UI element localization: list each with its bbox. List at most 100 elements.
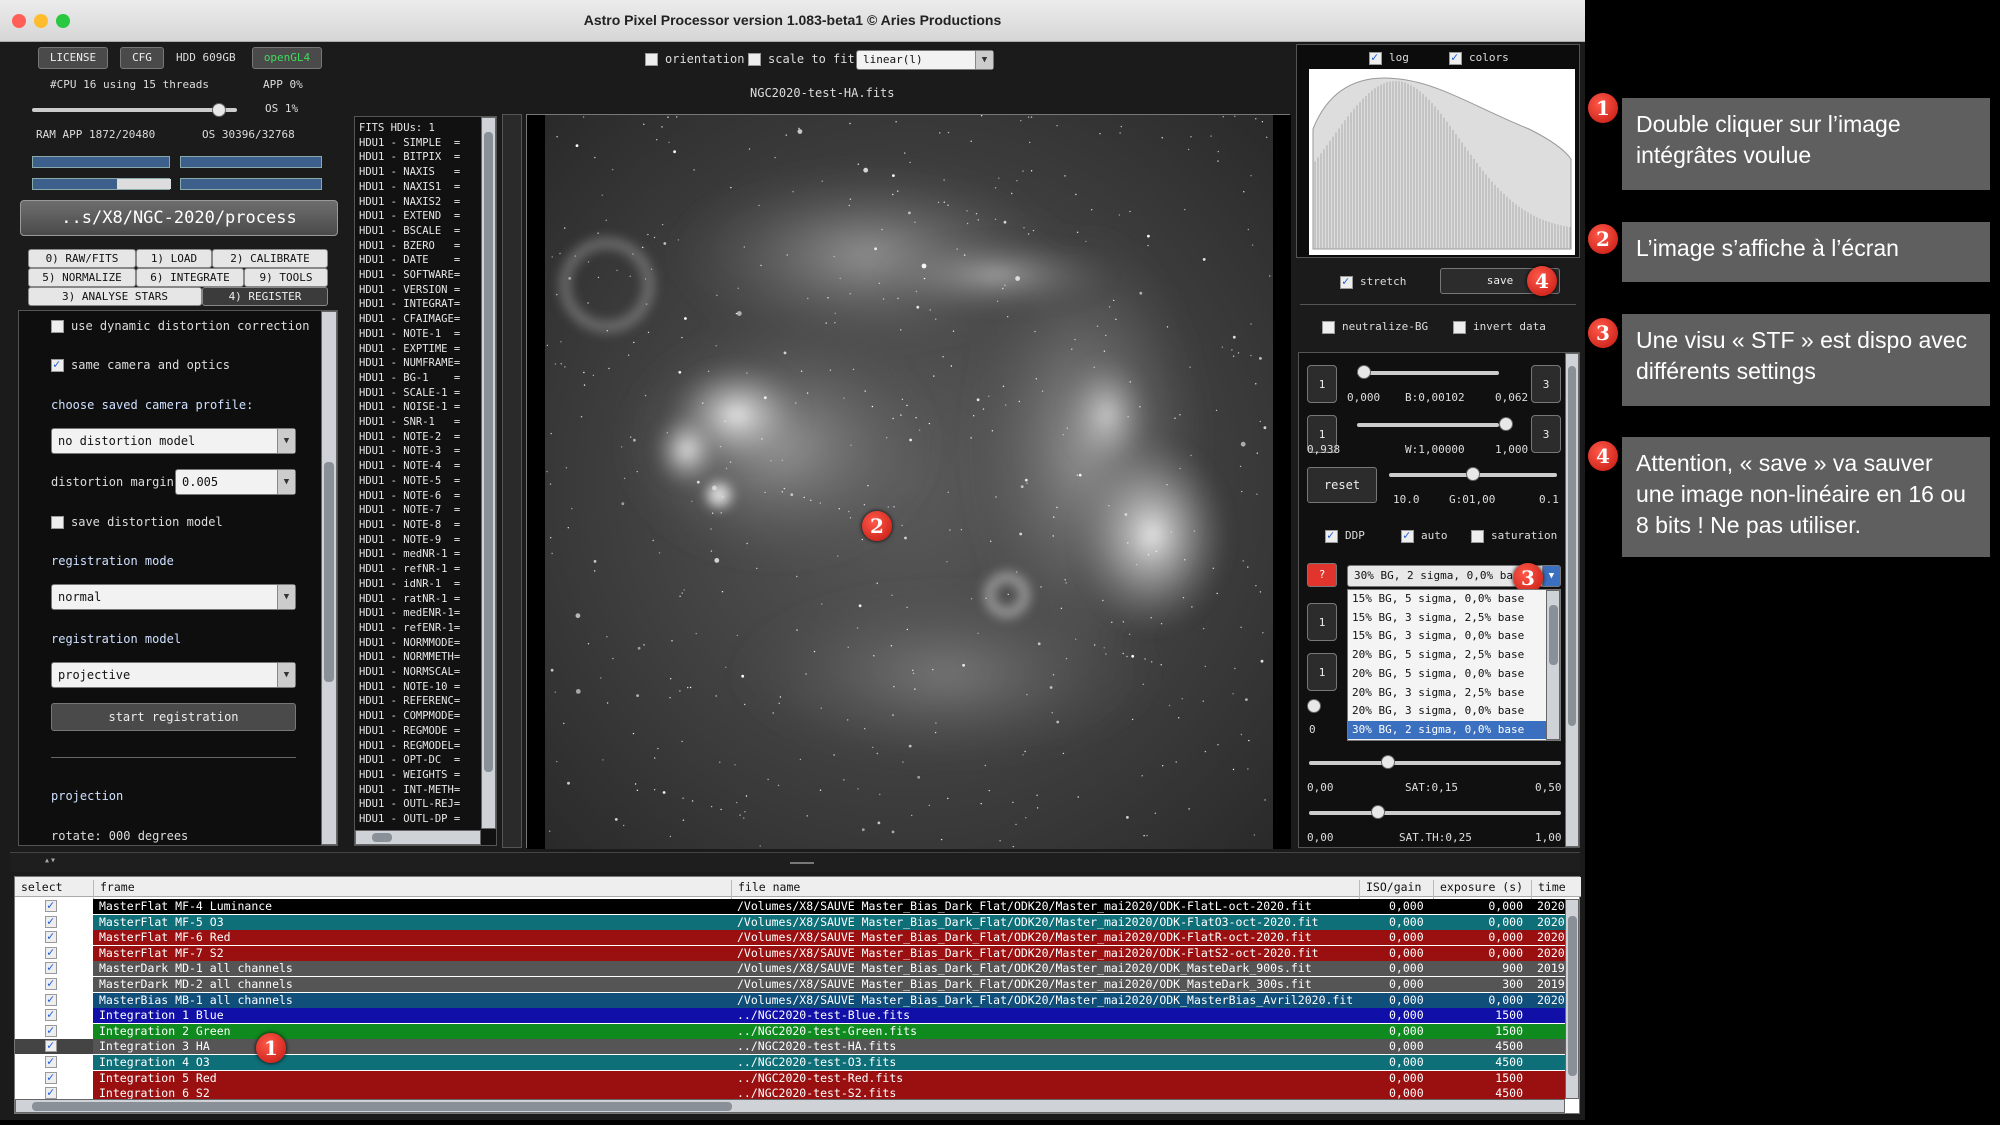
tab-integrate[interactable]: 6) INTEGRATE [136,268,244,287]
stf-preset-option[interactable]: 30% BG, 2 sigma, 0,0% base [1348,720,1548,739]
fits-horizontal-scrollbar[interactable] [355,830,481,845]
hidden-slider-knob[interactable] [1307,699,1321,713]
table-row[interactable]: Integration 2 Green ../NGC2020-test-Green… [15,1023,1565,1039]
collapse-arrows-icon[interactable]: ▴▾ [44,855,56,866]
row-select-cell[interactable] [15,961,93,977]
row-data[interactable]: Integration 1 Blue ../NGC2020-test-Blue.f… [93,1008,1565,1024]
stf-preset-option[interactable]: 20% BG, 3 sigma, 0,0% base [1348,702,1548,720]
stf-preset-option[interactable]: 15% BG, 5 sigma, 0,0% base [1348,590,1548,608]
row-select-cell[interactable] [15,899,93,914]
splitter-grip-icon[interactable] [790,862,814,864]
row-data[interactable]: MasterFlat MF-7 S2/Volumes/X8/SAUVE Mast… [93,945,1565,961]
colors-checkbox[interactable]: colors [1449,50,1509,65]
stf-preset-scrollbar[interactable] [1546,590,1560,740]
col-exposure[interactable]: exposure (s) [1433,880,1523,900]
tab-calibrate[interactable]: 2) CALIBRATE [212,249,328,268]
row-data[interactable]: MasterFlat MF-4 Luminance/Volumes/X8/SAU… [93,899,1565,914]
row-select-cell[interactable] [15,1055,93,1070]
row-select-cell[interactable] [15,930,93,946]
row-data[interactable]: MasterDark MD-1 all channels/Volumes/X8/… [93,961,1565,977]
row-data[interactable]: MasterDark MD-2 all channels/Volumes/X8/… [93,977,1565,992]
stf-preset-option[interactable]: 20% BG, 3 sigma, 2,5% base [1348,684,1548,702]
file-list-vscroll[interactable] [1565,899,1579,1099]
distortion-margin-select[interactable]: 0.005 ▼ [175,469,296,495]
file-list-hscroll[interactable] [15,1099,1565,1113]
table-row[interactable]: MasterDark MD-1 all channels/Volumes/X8/… [15,961,1565,977]
ddp-checkbox[interactable]: DDP [1325,528,1365,543]
log-checkbox[interactable]: log [1369,50,1409,65]
sat-slider-knob[interactable] [1381,755,1395,769]
stf-preset-dropdown-list[interactable]: 15% BG, 5 sigma, 0,0% base 15% BG, 3 sigm… [1347,589,1561,741]
row-data[interactable]: MasterBias MB-1 all channels/Volumes/X8/… [93,992,1565,1008]
stf-preset-option[interactable]: 15% BG, 3 sigma, 0,0% base [1348,627,1548,645]
w-increase-button[interactable]: 3 [1531,415,1561,453]
row-select-cell[interactable] [15,1023,93,1039]
row-select-checkbox[interactable] [45,1040,57,1053]
orientation-checkbox[interactable]: orientation [645,52,744,66]
row-data[interactable]: MasterFlat MF-5 O3/Volumes/X8/SAUVE Mast… [93,914,1565,930]
row-select-checkbox[interactable] [45,962,57,975]
row-data[interactable]: Integration 3 HA ../NGC2020-test-HA.fits 0… [93,1039,1565,1055]
g-slider-knob[interactable] [1466,467,1480,481]
scale-to-fit-checkbox[interactable]: scale to fit [748,52,855,66]
same-camera-checkbox[interactable]: same camera and optics [51,357,230,372]
w-slider-track[interactable] [1357,423,1499,427]
row-select-checkbox[interactable] [45,993,57,1006]
table-row[interactable]: Integration 3 HA ../NGC2020-test-HA.fits 0… [15,1039,1565,1055]
row-select-cell[interactable] [15,1039,93,1055]
row-select-cell[interactable] [15,977,93,992]
nebula-image[interactable] [527,115,1291,849]
row-select-cell[interactable] [15,992,93,1008]
col-file-name[interactable]: file name [731,880,800,900]
bottom-splitter[interactable]: ▴▾ [10,852,1580,872]
saturation-checkbox[interactable]: saturation [1471,529,1557,543]
satth-slider-track[interactable] [1309,811,1561,815]
table-row[interactable]: MasterDark MD-2 all channels/Volumes/X8/… [15,977,1565,992]
registration-mode-select[interactable]: normal ▼ [51,584,296,610]
register-scrollbar[interactable] [321,311,337,845]
panel-splitter[interactable] [502,114,522,848]
reset-button[interactable]: reset [1307,467,1377,503]
tab-raw-fits[interactable]: 0) RAW/FITS [28,249,136,268]
stretch-mode-select[interactable]: linear(l) ▼ [856,50,994,70]
col-iso-gain[interactable]: ISO/gain [1359,880,1421,900]
threads-slider-knob[interactable] [212,103,226,117]
w-slider-knob[interactable] [1499,417,1513,431]
b-slider-knob[interactable] [1357,365,1371,379]
threads-slider-track[interactable] [32,108,237,112]
stretch-checkbox[interactable]: stretch [1340,274,1406,289]
col-frame[interactable]: frame [93,880,135,900]
stf-scrollbar[interactable] [1565,353,1579,847]
row-select-checkbox[interactable] [45,946,57,959]
stf-preset-option[interactable]: 15% BG, 3 sigma, 2,5% base [1348,609,1548,627]
row-select-checkbox[interactable] [45,1087,57,1100]
dynamic-distortion-checkbox[interactable]: use dynamic distortion correction [51,319,309,333]
table-row[interactable]: MasterBias MB-1 all channels/Volumes/X8/… [15,992,1565,1008]
row-select-checkbox[interactable] [45,978,57,990]
row-select-checkbox[interactable] [45,1071,57,1084]
table-row[interactable]: Integration 4 O3 ../NGC2020-test-O3.fits 0… [15,1055,1565,1070]
col-time[interactable]: time [1531,880,1566,900]
cfg-button[interactable]: CFG [120,47,164,69]
b-decrease-button[interactable]: 1 [1307,365,1337,403]
camera-profile-select[interactable]: no distortion model ▼ [51,428,296,454]
row-select-checkbox[interactable] [45,1009,57,1022]
b-slider-track[interactable] [1357,371,1499,375]
satth-slider-knob[interactable] [1371,805,1385,819]
col-select[interactable]: select [21,880,63,894]
table-row[interactable]: MasterFlat MF-7 S2/Volumes/X8/SAUVE Mast… [15,945,1565,961]
s1-decrease-button[interactable]: 1 [1307,603,1337,641]
s2-decrease-button[interactable]: 1 [1307,653,1337,691]
invert-data-checkbox[interactable]: invert data [1453,320,1546,334]
stf-preset-option[interactable]: 20% BG, 5 sigma, 0,0% base [1348,665,1548,683]
neutralize-bg-checkbox[interactable]: neutralize-BG [1322,320,1428,334]
row-select-checkbox[interactable] [45,915,57,928]
table-row[interactable]: MasterFlat MF-4 Luminance/Volumes/X8/SAU… [15,899,1565,914]
auto-checkbox[interactable]: auto [1401,528,1448,543]
tab-tools[interactable]: 9) TOOLS [244,268,328,287]
working-directory-button[interactable]: ..s/X8/NGC-2020/process [20,200,338,236]
opengl-button[interactable]: openGL4 [252,47,322,69]
table-row[interactable]: Integration 1 Blue ../NGC2020-test-Blue.f… [15,1008,1565,1024]
row-select-cell[interactable] [15,1070,93,1086]
registration-model-select[interactable]: projective ▼ [51,662,296,688]
